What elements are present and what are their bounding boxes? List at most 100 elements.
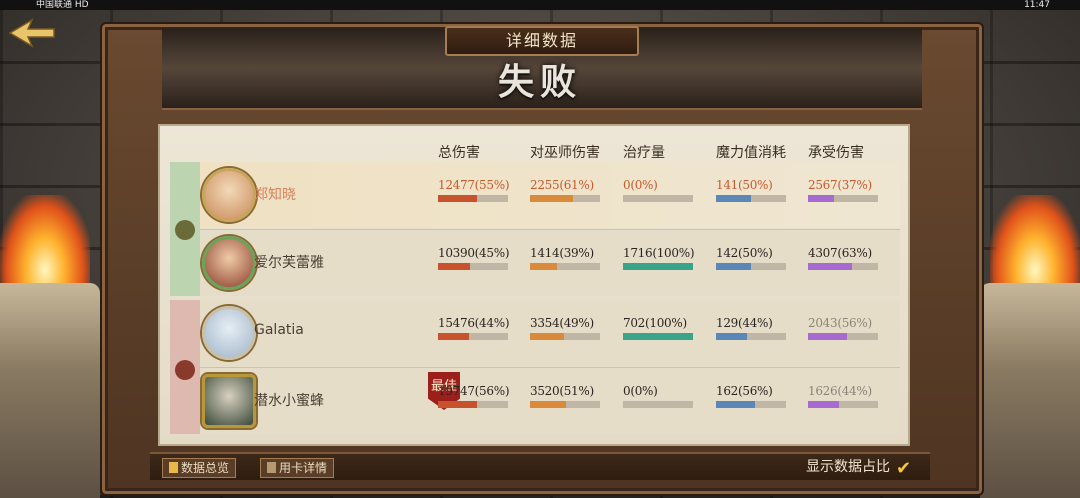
stat-bar [530, 263, 600, 270]
stat-mana-cost: 142(50%) [716, 246, 796, 270]
stat-bar [808, 263, 878, 270]
stat-bar [716, 401, 786, 408]
stat-value: 1626(44%) [808, 384, 872, 398]
stat-value: 142(50%) [716, 246, 773, 260]
stat-bar [530, 333, 600, 340]
stat-value: 2043(56%) [808, 316, 872, 330]
stat-bar [623, 263, 693, 270]
checkmark-icon[interactable]: ✔ [896, 460, 914, 478]
header-hunter-damage: 对巫师伤害 [530, 145, 600, 161]
stat-bar [438, 401, 508, 408]
stat-bar [716, 195, 786, 202]
stat-value: 1414(39%) [530, 246, 594, 260]
stat-bar-fill [530, 333, 565, 340]
bottom-bar: 数据总览 用卡详情 显示数据占比 ✔ [150, 452, 930, 480]
header-mana-cost: 魔力值消耗 [716, 145, 786, 161]
player-row[interactable]: 爱尔芙蕾雅 10390(45%) 1414(39%) 1716(100%) 14… [200, 229, 900, 296]
stat-bar-fill [623, 263, 693, 270]
stat-total-damage: 10390(45%) [438, 246, 518, 270]
stat-value: 1716(100%) [623, 246, 695, 260]
stat-hunter-damage: 3354(49%) [530, 316, 610, 340]
stat-bar [438, 195, 508, 202]
toggle-label: 显示数据占比 [806, 459, 890, 475]
stat-value: 2567(37%) [808, 178, 872, 192]
avatar [202, 374, 256, 428]
player-name: 爱尔芙蕾雅 [254, 255, 324, 271]
stat-bar [716, 263, 786, 270]
stat-bar [623, 333, 693, 340]
player-row[interactable]: 潜水小蜜蜂 最佳 19747(56%) 3520(51%) 0(0%) 162(… [200, 367, 900, 434]
fire-icon [990, 195, 1080, 295]
stat-bar [530, 401, 600, 408]
show-ratio-toggle[interactable]: 显示数据占比 ✔ [806, 456, 914, 478]
team-students: Galatia 15476(44%) 3354(49%) 702(100%) 1… [170, 300, 900, 434]
stat-bar-fill [716, 401, 756, 408]
player-row[interactable]: 郑知晓 12477(55%) 2255(61%) 0(0%) 141(50%) … [200, 162, 900, 228]
stat-mana-cost: 129(44%) [716, 316, 796, 340]
stat-bar-fill [530, 401, 566, 408]
player-row[interactable]: Galatia 15476(44%) 3354(49%) 702(100%) 1… [200, 300, 900, 366]
avatar [202, 168, 256, 222]
stat-bar [808, 333, 878, 340]
stat-bar [438, 263, 508, 270]
stat-mana-cost: 162(56%) [716, 384, 796, 408]
clock-text: 11:47 [1024, 0, 1050, 10]
header-total-damage: 总伤害 [438, 145, 480, 161]
stat-bar [808, 401, 878, 408]
stat-healing: 1716(100%) [623, 246, 703, 270]
avatar [202, 236, 256, 290]
header-healing: 治疗量 [623, 145, 665, 161]
stat-value: 129(44%) [716, 316, 773, 330]
stat-bar-fill [808, 263, 853, 270]
stat-bar-fill [438, 333, 469, 340]
stat-total-damage: 12477(55%) [438, 178, 518, 202]
stat-total-damage: 15476(44%) [438, 316, 518, 340]
stat-value: 141(50%) [716, 178, 773, 192]
brazier-bowl [0, 283, 100, 498]
stat-value: 0(0%) [623, 178, 658, 192]
stat-bar-fill [716, 333, 747, 340]
stat-bar [623, 401, 693, 408]
tab-label: 用卡详情 [279, 461, 328, 475]
stat-bar-fill [530, 263, 558, 270]
stat-value: 3520(51%) [530, 384, 594, 398]
stat-damage-taken: 2043(56%) [808, 316, 888, 340]
header-damage-taken: 承受伤害 [808, 145, 864, 161]
stat-bar-fill [623, 333, 693, 340]
brazier-right [980, 195, 1080, 498]
stat-hunter-damage: 3520(51%) [530, 384, 610, 408]
stat-bar-fill [716, 195, 751, 202]
stat-value: 4307(63%) [808, 246, 872, 260]
stat-hunter-damage: 2255(61%) [530, 178, 610, 202]
stat-hunter-damage: 1414(39%) [530, 246, 610, 270]
stat-bar-fill [716, 263, 751, 270]
stat-value: 12477(55%) [438, 178, 510, 192]
card-icon [267, 462, 276, 473]
stat-bar-fill [808, 401, 839, 408]
tab-data-overview[interactable]: 数据总览 [162, 458, 237, 478]
stat-bar-fill [808, 195, 834, 202]
stat-value: 19747(56%) [438, 384, 510, 398]
tab-card-details[interactable]: 用卡详情 [260, 458, 335, 478]
stat-damage-taken: 2567(37%) [808, 178, 888, 202]
stat-healing: 0(0%) [623, 178, 703, 202]
stat-damage-taken: 4307(63%) [808, 246, 888, 270]
stat-value: 162(56%) [716, 384, 773, 398]
fire-icon [0, 195, 90, 295]
stat-bar-fill [808, 333, 848, 340]
stat-value: 702(100%) [623, 316, 687, 330]
stat-bar-fill [530, 195, 573, 202]
page-title: 详细数据 [445, 26, 639, 56]
stat-value: 2255(61%) [530, 178, 594, 192]
status-bar: 中国联通 HD 11:47 [0, 0, 1080, 10]
player-name: Galatia [254, 322, 304, 338]
tab-label: 数据总览 [181, 461, 230, 475]
team-emblem-icon [175, 360, 195, 380]
back-arrow-icon[interactable] [6, 14, 58, 52]
stat-mana-cost: 141(50%) [716, 178, 796, 202]
match-result: 失败 [497, 61, 582, 103]
carrier-text: 中国联通 HD [36, 0, 89, 10]
witch-hat-icon [175, 220, 195, 240]
stat-bar-fill [438, 401, 478, 408]
stat-total-damage: 19747(56%) [438, 384, 518, 408]
